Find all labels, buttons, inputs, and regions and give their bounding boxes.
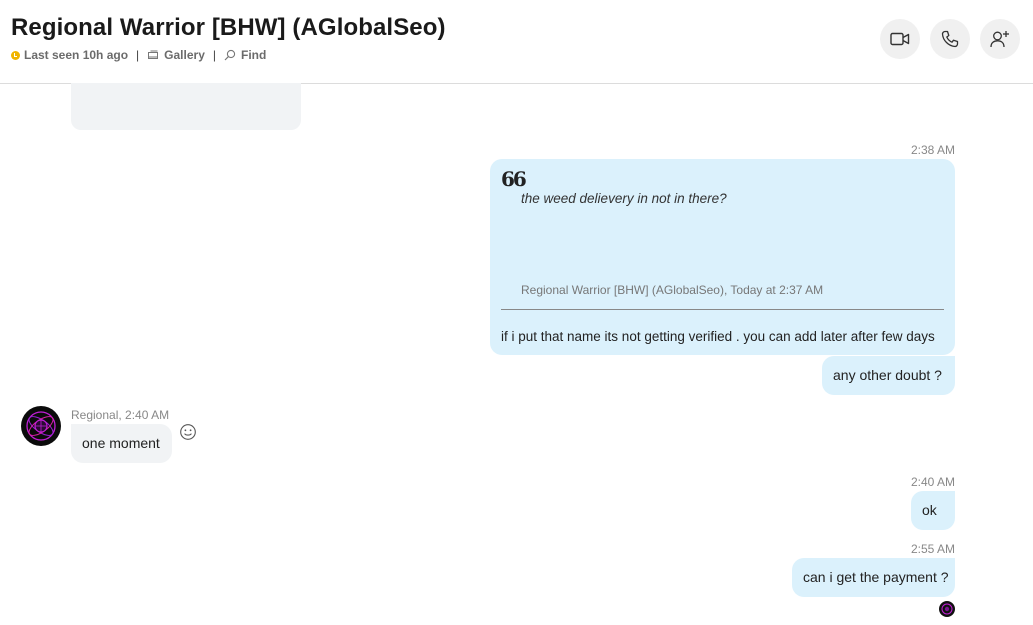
- quoted-author-meta: Regional Warrior [BHW] (AGlobalSeo), Tod…: [521, 283, 824, 297]
- video-camera-icon: [890, 32, 910, 46]
- sender-meta: Regional, 2:40 AM: [71, 408, 170, 422]
- audio-call-button[interactable]: [930, 19, 970, 59]
- conversation-subbar: Last seen 10h ago | Gallery | Find: [11, 48, 266, 62]
- away-status-icon: [11, 50, 20, 60]
- search-icon[interactable]: [224, 49, 236, 61]
- quoted-text: the weed delievery in not in there?: [521, 191, 727, 206]
- read-receipt-avatar: [939, 601, 955, 617]
- separator: |: [136, 48, 140, 62]
- conversation-header: Regional Warrior [BHW] (AGlobalSeo) Last…: [0, 0, 1033, 84]
- message-timestamp: 2:40 AM: [910, 475, 955, 489]
- gallery-icon[interactable]: [147, 50, 159, 61]
- avatar[interactable]: [21, 406, 61, 446]
- message-text: one moment: [82, 435, 160, 451]
- quoted-reply-bubble[interactable]: 66 the weed delievery in not in there? R…: [490, 159, 955, 355]
- reply-text: if i put that name its not getting verif…: [501, 329, 935, 344]
- outgoing-message[interactable]: any other doubt ?: [822, 356, 955, 395]
- quote-icon: 66: [501, 167, 527, 191]
- add-participant-button[interactable]: [980, 19, 1020, 59]
- video-call-button[interactable]: [880, 19, 920, 59]
- separator: |: [212, 48, 216, 62]
- last-seen-status: Last seen 10h ago: [24, 48, 129, 62]
- add-person-icon: [990, 31, 1009, 48]
- find-link[interactable]: Find: [241, 48, 266, 62]
- previous-message-bubble[interactable]: [71, 83, 301, 130]
- message-timestamp: 2:55 AM: [910, 542, 955, 556]
- message-list[interactable]: 2:38 AM 66 the weed delievery in not in …: [0, 83, 1033, 625]
- outgoing-message[interactable]: ok: [911, 491, 955, 530]
- conversation-title[interactable]: Regional Warrior [BHW] (AGlobalSeo): [11, 14, 446, 42]
- emoji-reaction-icon[interactable]: [179, 423, 197, 441]
- message-text: any other doubt ?: [833, 367, 942, 383]
- phone-icon: [941, 30, 959, 48]
- gallery-link[interactable]: Gallery: [164, 48, 205, 62]
- message-timestamp: 2:38 AM: [910, 143, 955, 157]
- quote-divider: [501, 309, 944, 310]
- message-text: can i get the payment ?: [803, 569, 949, 585]
- incoming-message[interactable]: one moment: [71, 424, 172, 463]
- outgoing-message[interactable]: can i get the payment ?: [792, 558, 955, 597]
- message-text: ok: [922, 502, 937, 518]
